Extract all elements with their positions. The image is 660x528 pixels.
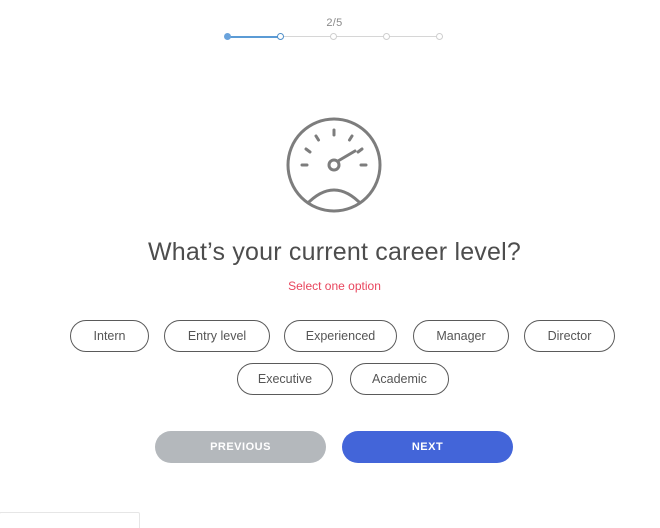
next-button[interactable]: NEXT [342,431,513,463]
onboarding-page: 2/5 What’s your current career level? Se… [0,0,660,528]
stepper-dot-2[interactable] [277,33,284,40]
stepper-dot-5[interactable] [436,33,443,40]
progress-stepper [224,31,448,43]
stepper-dot-1[interactable] [224,33,231,40]
option-executive[interactable]: Executive [237,363,333,395]
previous-button[interactable]: PREVIOUS [155,431,326,463]
page-title: What’s your current career level? [148,238,521,266]
stepper-dot-3[interactable] [330,33,337,40]
step-counter: 2/5 [326,17,343,29]
stepper-line [281,36,443,37]
option-director[interactable]: Director [524,320,615,352]
stepper-dot-4[interactable] [383,33,390,40]
selection-hint: Select one option [288,279,381,293]
speedometer-icon [284,117,384,217]
option-academic[interactable]: Academic [350,363,449,395]
bottom-panel-edge [0,512,140,528]
option-manager[interactable]: Manager [413,320,509,352]
stepper-line-completed [228,36,281,38]
option-entry-level[interactable]: Entry level [164,320,270,352]
option-experienced[interactable]: Experienced [284,320,397,352]
option-intern[interactable]: Intern [70,320,149,352]
